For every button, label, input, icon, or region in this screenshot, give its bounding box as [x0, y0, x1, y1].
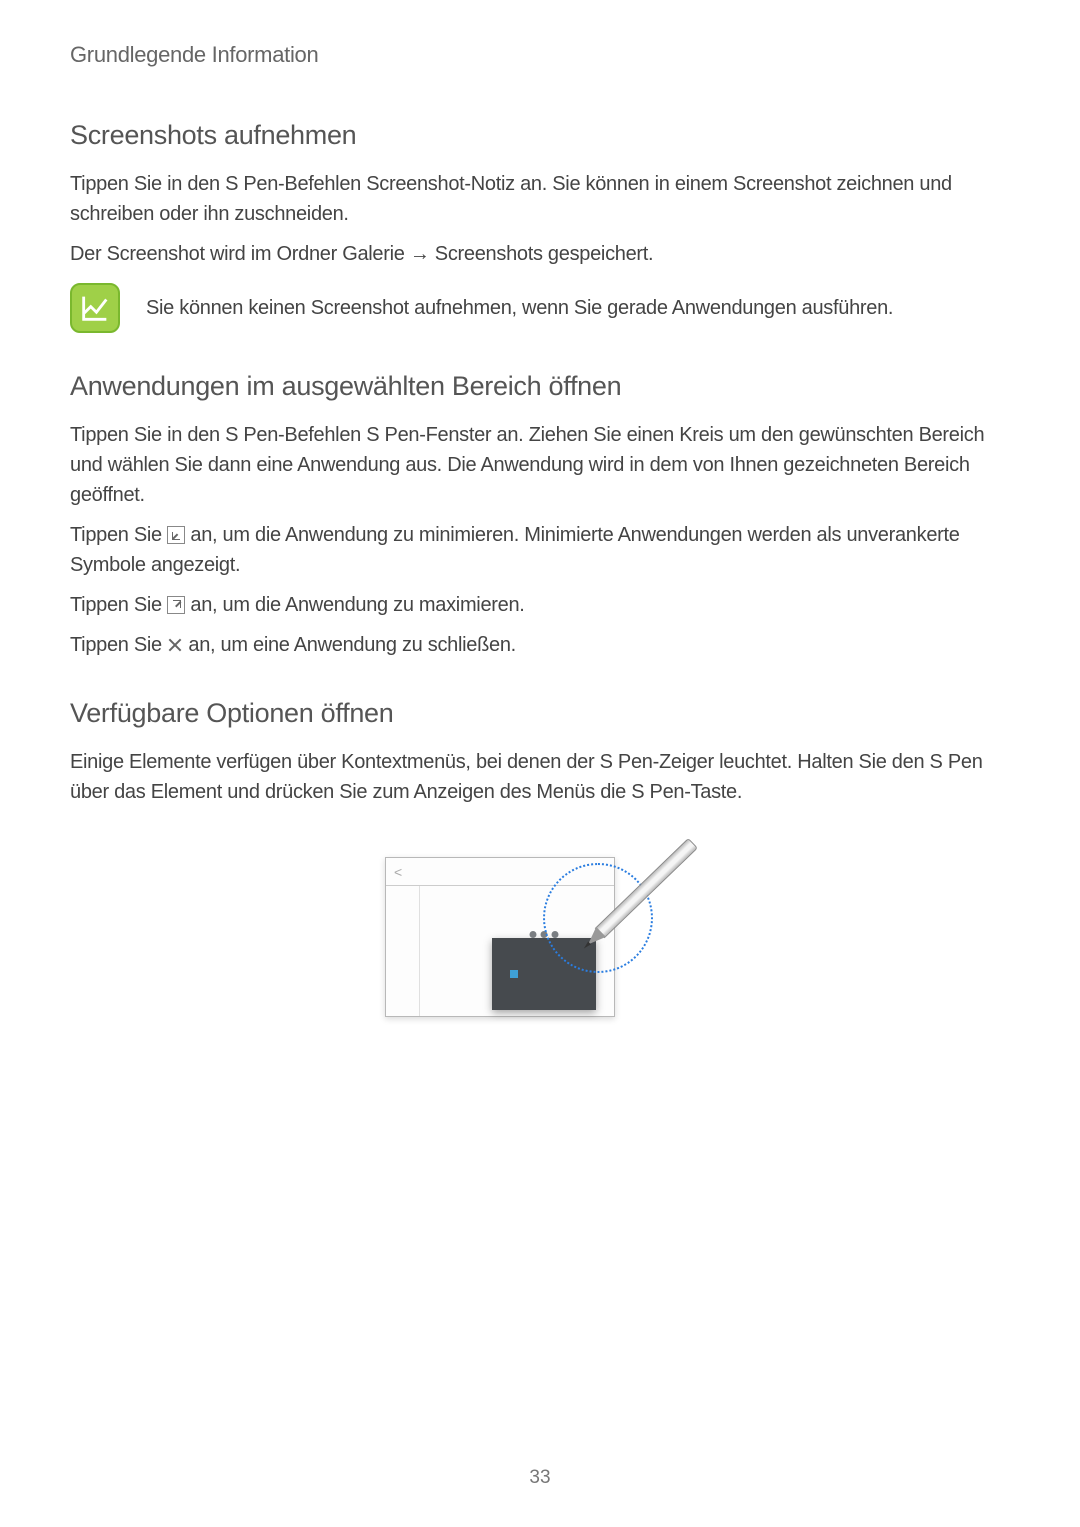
- section-options: Verfügbare Optionen öffnen Einige Elemen…: [70, 698, 1010, 1020]
- paragraph: Tippen Sie an, um die Anwendung zu maxim…: [70, 590, 1010, 620]
- section-apps: Anwendungen im ausgewählten Bereich öffn…: [70, 371, 1010, 660]
- callout-text: Sie können keinen Screenshot aufnehmen, …: [146, 297, 893, 320]
- paragraph: Tippen Sie an, um eine Anwendung zu schl…: [70, 630, 1010, 660]
- note-icon: [70, 283, 120, 333]
- page-number: 33: [0, 1467, 1080, 1489]
- minimize-icon: [167, 526, 185, 544]
- paragraph: Tippen Sie an, um die Anwendung zu minim…: [70, 520, 1010, 580]
- heading-options: Verfügbare Optionen öffnen: [70, 698, 1010, 729]
- heading-screenshot: Screenshots aufnehmen: [70, 120, 1010, 151]
- maximize-icon: [167, 596, 185, 614]
- page-header: Grundlegende Information: [70, 42, 1010, 68]
- heading-apps: Anwendungen im ausgewählten Bereich öffn…: [70, 371, 1010, 402]
- paragraph: Der Screenshot wird im Ordner Galerie → …: [70, 239, 1010, 269]
- illustration-context-menu: <: [385, 825, 695, 1020]
- callout-note: Sie können keinen Screenshot aufnehmen, …: [70, 283, 1010, 333]
- close-icon: [167, 637, 183, 653]
- paragraph: Tippen Sie in den S Pen-Befehlen S Pen-F…: [70, 420, 1010, 510]
- paragraph: Einige Elemente verfügen über Kontextmen…: [70, 747, 1010, 807]
- section-screenshot: Screenshots aufnehmen Tippen Sie in den …: [70, 120, 1010, 333]
- paragraph: Tippen Sie in den S Pen-Befehlen Screens…: [70, 169, 1010, 229]
